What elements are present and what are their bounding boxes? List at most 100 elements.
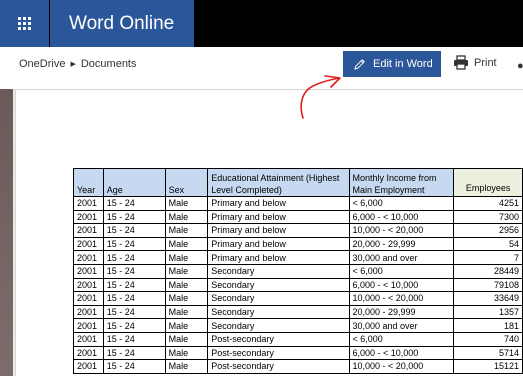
cell-year: 2001 [73,291,104,306]
background-strip [0,89,13,376]
edit-in-word-label: Edit in Word [373,58,433,70]
breadcrumb-onedrive[interactable]: OneDrive [19,58,65,70]
table-row: 2001 15 - 24 Male Primary and below 10,000 -… [73,223,523,238]
table-row: 2001 15 - 24 Male Primary and below 30,000 a… [73,250,523,265]
printer-icon [454,55,468,70]
cell-age: 15 - 24 [102,291,166,306]
table-row: 2001 15 - 24 Male Secondary 6,000 - < 10,000… [73,277,523,293]
header-education: Educational Attainment (Highest Level Co… [207,168,350,197]
data-table: Year Age Sex Educational Attainment (Hig… [73,168,523,374]
cell-education: Primary and below [207,250,350,265]
cell-income: 20,000 - 29,999 [348,304,455,320]
annotation-arrow-icon [300,75,341,119]
cell-employees: 54 [453,236,523,252]
cell-employees: 5714 [453,345,523,361]
cell-age: 15 - 24 [102,223,166,238]
cell-education: Primary and below [207,223,350,238]
cell-education: Post-secondary [207,359,350,374]
cell-year: 2001 [73,209,104,225]
pencil-icon [354,58,365,70]
cell-year: 2001 [73,196,104,211]
header-income: Monthly Income from Main Employment [348,168,455,197]
cell-income: 10,000 - < 20,000 [348,223,455,238]
cell-education: Primary and below [207,236,350,252]
cell-income: < 6,000 [348,331,455,347]
table-header-row: Year Age Sex Educational Attainment (Hig… [73,168,523,197]
cell-income: 6,000 - < 10,000 [348,345,455,361]
cell-employees: 28449 [453,263,523,279]
cell-sex: Male [164,318,209,333]
print-label: Print [474,56,497,69]
cell-age: 15 - 24 [102,345,166,361]
cell-year: 2001 [73,359,104,374]
cell-employees: 2956 [453,223,523,238]
table-row: 2001 15 - 24 Male Primary and below 6,000 - … [73,209,523,225]
table-row: 2001 15 - 24 Male Post-secondary 10,000 - < … [73,359,523,374]
cell-sex: Male [164,236,209,252]
cell-employees: 181 [453,318,523,333]
header-age: Age [102,168,166,197]
more-options-icon[interactable]: ● [517,60,523,72]
cell-age: 15 - 24 [102,236,166,252]
breadcrumb-documents[interactable]: Documents [81,58,137,70]
cell-education: Secondary [207,318,350,333]
cell-employees: 79108 [453,277,523,293]
cell-year: 2001 [73,263,104,279]
cell-income: 30,000 and over [348,250,455,265]
cell-sex: Male [164,291,209,306]
cell-age: 15 - 24 [102,318,166,333]
cell-year: 2001 [73,236,104,252]
cell-year: 2001 [73,304,104,320]
cell-employees: 33649 [453,291,523,306]
cell-education: Post-secondary [207,345,350,361]
cell-year: 2001 [73,277,104,293]
cell-sex: Male [164,196,209,211]
cell-income: 6,000 - < 10,000 [348,209,455,225]
cell-employees: 1357 [453,304,523,320]
header-sex: Sex [164,168,209,197]
table-row: 2001 15 - 24 Male Secondary 20,000 - 29,999 1… [73,304,523,320]
app-header: Word Online [0,0,523,47]
cell-employees: 15121 [453,359,523,374]
cell-age: 15 - 24 [102,209,166,225]
table-row: 2001 15 - 24 Male Post-secondary 6,000 - < 1… [73,345,523,361]
waffle-icon [18,17,31,30]
cell-year: 2001 [73,250,104,265]
table-body: 2001 15 - 24 Male Primary and below < 6,000 4… [73,196,523,374]
cell-income: < 6,000 [348,263,455,279]
cell-employees: 7 [453,250,523,265]
cell-education: Secondary [207,263,350,279]
table-row: 2001 15 - 24 Male Secondary 10,000 - < 20,00… [73,291,523,306]
cell-sex: Male [164,209,209,225]
cell-age: 15 - 24 [102,304,166,320]
cell-year: 2001 [73,345,104,361]
app-title[interactable]: Word Online [50,0,194,47]
cell-income: 30,000 and over [348,318,455,333]
cell-sex: Male [164,263,209,279]
cell-age: 15 - 24 [102,359,166,374]
cell-sex: Male [164,223,209,238]
cell-sex: Male [164,277,209,293]
cell-age: 15 - 24 [102,331,166,347]
cell-sex: Male [164,331,209,347]
cell-education: Secondary [207,291,350,306]
cell-age: 15 - 24 [102,196,166,211]
cell-age: 15 - 24 [102,263,166,279]
cell-income: 10,000 - < 20,000 [348,291,455,306]
cell-employees: 7300 [453,209,523,225]
cell-employees: 740 [453,331,523,347]
cell-year: 2001 [73,331,104,347]
print-button[interactable]: Print [453,55,497,70]
cell-education: Secondary [207,304,350,320]
cell-education: Primary and below [207,209,350,225]
cell-education: Secondary [207,277,350,293]
cell-age: 15 - 24 [102,250,166,265]
cell-year: 2001 [73,223,104,238]
table-row: 2001 15 - 24 Male Primary and below < 6,000 4… [73,196,523,211]
table-row: 2001 15 - 24 Male Secondary < 6,000 28449 [73,263,523,279]
chevron-right-icon: ▶ [70,61,76,68]
header-year: Year [73,168,104,197]
breadcrumb: OneDrive ▶ Documents [19,58,137,70]
edit-in-word-button[interactable]: Edit in Word [343,51,441,77]
app-launcher-button[interactable] [0,0,49,47]
